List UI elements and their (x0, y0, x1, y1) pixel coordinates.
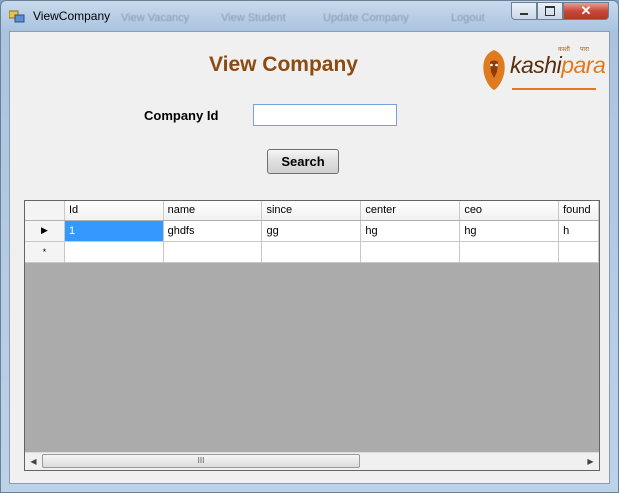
column-header[interactable]: center (360, 201, 461, 221)
title-bar[interactable]: ViewCompany View Vacancy View Student Up… (1, 1, 618, 31)
grid-cell[interactable] (64, 241, 164, 263)
background-menu-item: Update Company (323, 12, 409, 24)
logo-text-dark: kashi (510, 52, 562, 78)
search-button[interactable]: Search (267, 149, 339, 174)
grid-cell[interactable]: hg (459, 220, 560, 242)
grid-cell[interactable]: ghdfs (163, 220, 263, 242)
column-header[interactable]: ceo (459, 201, 560, 221)
horizontal-scrollbar[interactable]: ◀ III ▶ (25, 452, 599, 470)
close-button[interactable]: ✕ (563, 2, 609, 20)
grid-cell[interactable] (558, 241, 599, 263)
background-menu-item: View Vacancy (121, 12, 190, 24)
form-client-area: View Company काशी पारा kashipara Company… (9, 31, 610, 484)
application-window: ViewCompany View Vacancy View Student Up… (0, 0, 619, 493)
grid-cell[interactable] (360, 241, 461, 263)
new-row-asterisk-icon[interactable]: * (25, 241, 65, 263)
column-header[interactable]: since (261, 201, 362, 221)
table-row-new[interactable]: * (25, 241, 599, 263)
minimize-button[interactable] (511, 2, 537, 20)
scrollbar-thumb[interactable]: III (42, 454, 360, 468)
lion-icon (483, 50, 505, 90)
column-header[interactable]: found (558, 201, 599, 221)
grid-cell[interactable]: 1 (64, 220, 164, 242)
company-id-label: Company Id (144, 108, 219, 123)
grid-cell[interactable]: gg (261, 220, 362, 242)
grid-cell[interactable]: hg (360, 220, 461, 242)
grid-cell[interactable]: h (558, 220, 599, 242)
window-title: ViewCompany (33, 9, 111, 23)
grid-header-row: Id name since center ceo found (25, 201, 599, 221)
app-icon (9, 10, 25, 23)
column-header[interactable]: Id (64, 201, 164, 221)
background-menu-item: Logout (451, 12, 485, 24)
maximize-icon (545, 6, 555, 16)
maximize-button[interactable] (537, 2, 563, 20)
minimize-icon (520, 13, 528, 15)
company-data-grid[interactable]: Id name since center ceo found ▶ 1 ghdfs… (24, 200, 600, 471)
kashipara-logo: काशी पारा kashipara (480, 44, 606, 94)
grid-cell[interactable] (163, 241, 263, 263)
background-menu-item: View Student (221, 12, 286, 24)
scroll-left-icon[interactable]: ◀ (25, 453, 42, 470)
current-row-arrow-icon[interactable]: ▶ (25, 220, 65, 242)
table-row[interactable]: ▶ 1 ghdfs gg hg hg h (25, 220, 599, 242)
scroll-right-icon[interactable]: ▶ (582, 453, 599, 470)
page-title: View Company (209, 53, 358, 76)
close-icon: ✕ (580, 3, 592, 18)
company-id-input[interactable] (253, 104, 397, 126)
grid-corner-cell[interactable] (25, 201, 65, 221)
grid-table: Id name since center ceo found ▶ 1 ghdfs… (25, 201, 599, 263)
grid-cell[interactable] (261, 241, 362, 263)
grid-cell[interactable] (459, 241, 560, 263)
logo-underline (512, 88, 596, 90)
logo-text-accent: para (561, 52, 606, 78)
logo-text: kashipara (510, 52, 606, 79)
column-header[interactable]: name (163, 201, 263, 221)
